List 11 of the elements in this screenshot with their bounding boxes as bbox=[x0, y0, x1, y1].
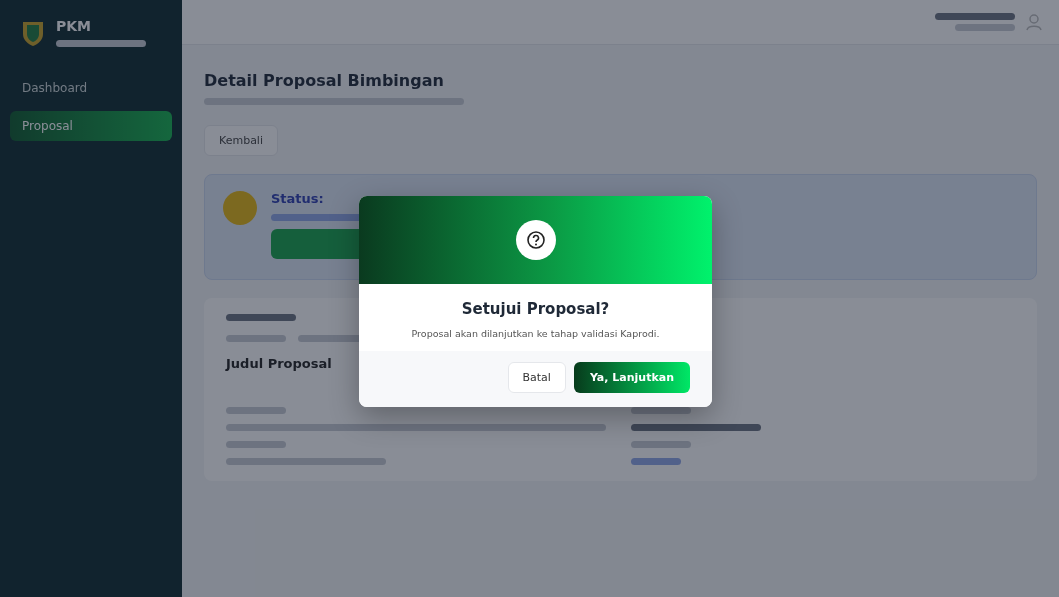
back-button[interactable]: Kembali bbox=[204, 125, 278, 156]
dialog-message: Proposal akan dilanjutkan ke tahap validasi Kaprodi. bbox=[410, 328, 661, 339]
brand-name: PKM bbox=[56, 18, 93, 34]
cancel-button[interactable]: Batal bbox=[507, 362, 566, 393]
section-title: Judul Proposal bbox=[226, 356, 333, 371]
confirm-button[interactable]: Ya, Lanjutkan bbox=[573, 362, 690, 393]
nav-item[interactable]: Proposal bbox=[10, 111, 172, 141]
dialog-title: Setujui Proposal? bbox=[460, 300, 611, 318]
page-title: Detail Proposal Bimbingan bbox=[204, 71, 444, 90]
nav-item[interactable]: Dashboard bbox=[10, 73, 172, 103]
status-title: Status: bbox=[271, 191, 325, 206]
